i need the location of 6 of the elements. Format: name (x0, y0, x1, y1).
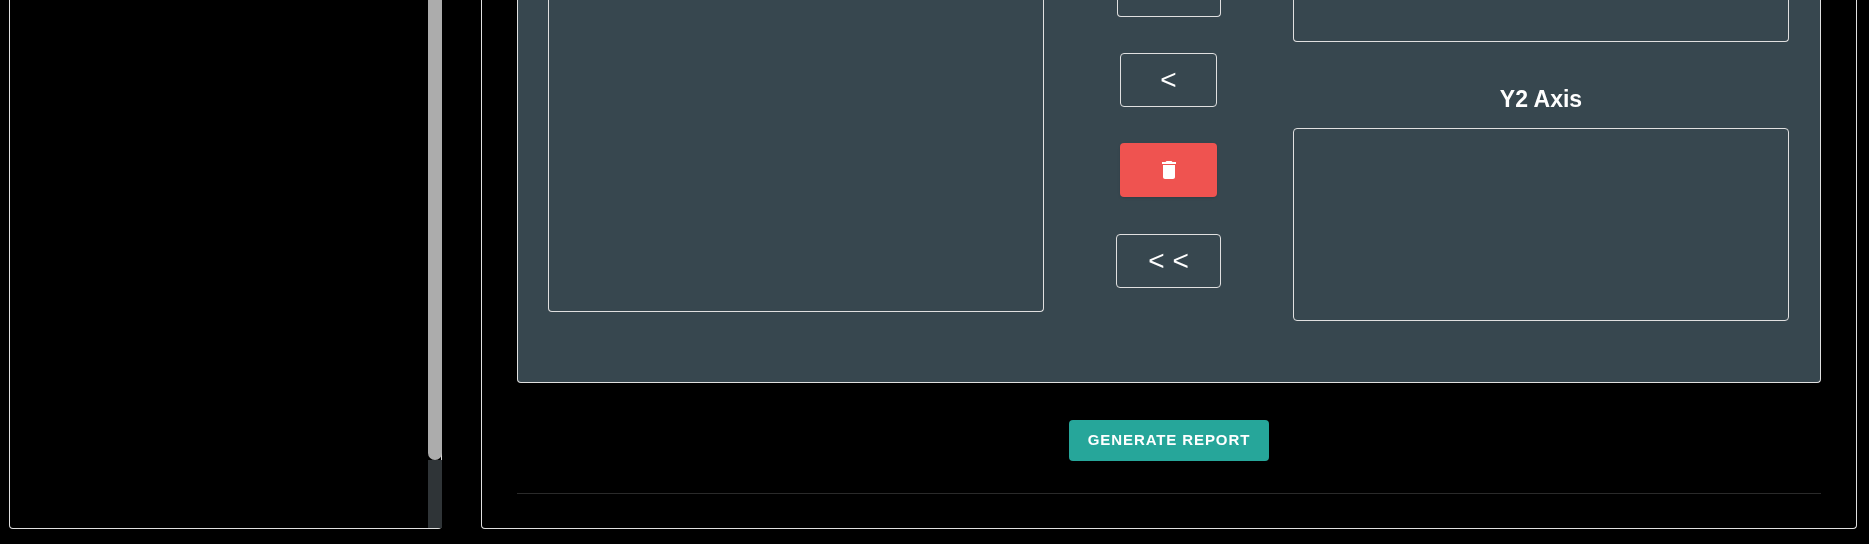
axis-title: Y2 Axis (1499, 84, 1583, 114)
move-button[interactable] (1116, 0, 1221, 17)
move-button[interactable]: < (1120, 53, 1217, 107)
delete-button[interactable] (1120, 143, 1217, 197)
move-button[interactable]: < < (1116, 234, 1221, 288)
scrollbar[interactable] (428, 0, 442, 528)
